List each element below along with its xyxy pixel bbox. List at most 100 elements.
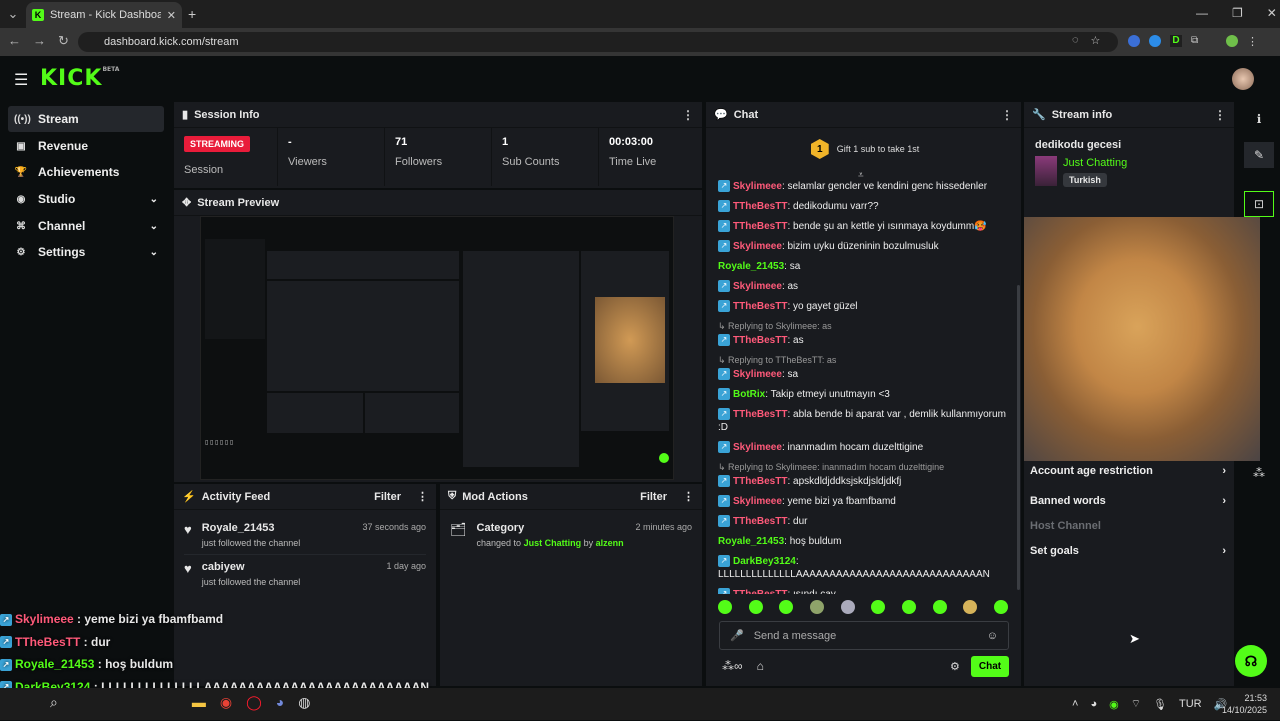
chat-message[interactable]: ↗ TTheBesTT: dedikodumu varr?? (718, 200, 1018, 213)
users-icon[interactable]: ⁂∞ (722, 659, 743, 673)
user-link[interactable]: alzenn (596, 538, 624, 548)
chat-message[interactable]: ↳ Replying to TTheBesTT: as ↗ Skylimeee: s… (718, 354, 1018, 381)
chat-username[interactable]: TTheBesTT (733, 201, 787, 212)
emote-icon[interactable] (932, 600, 947, 614)
chat-message[interactable]: ↗ TTheBesTT: dur (718, 515, 1018, 528)
chat-username[interactable]: TTheBesTT (733, 335, 787, 346)
chat-message[interactable]: ↗ TTheBesTT: yo gayet güzel (718, 300, 1018, 313)
chat-message[interactable]: Royale_21453: hoş buldum (718, 535, 1018, 548)
extension-icon[interactable] (1149, 35, 1161, 47)
menu-icon[interactable]: ⋮ (1247, 35, 1258, 48)
chat-username[interactable]: TTheBesTT (733, 301, 787, 312)
emote-icon[interactable] (963, 600, 978, 614)
chat-message[interactable]: Royale_21453: sa (718, 260, 1018, 273)
maximize-icon[interactable]: ❐ (1232, 6, 1243, 20)
camera-rail-icon[interactable]: ⊡ (1244, 191, 1274, 217)
chat-message[interactable]: ↗ Skylimeee: bizim uyku düzeninin bozulmu… (718, 240, 1018, 253)
extension-icon[interactable]: D (1170, 35, 1182, 47)
category-link[interactable]: Just Chatting (524, 538, 582, 548)
sidebar-item-settings[interactable]: ⚙ Settings ⌄ (8, 239, 164, 265)
chat-username[interactable]: Skylimeee (733, 496, 782, 507)
chat-message[interactable]: ↗ TTheBesTT: abla bende bi aparat var , d… (718, 408, 1018, 434)
chat-message[interactable]: ↗ Skylimeee: as (718, 280, 1018, 293)
sidebar-item-studio[interactable]: ◉ Studio ⌄ (8, 186, 164, 212)
reload-icon[interactable]: ↻ (58, 33, 69, 49)
clock[interactable]: 21:53 14/10/2025 (1222, 692, 1267, 716)
emote-icon[interactable] (748, 600, 763, 614)
sidebar-item-stream[interactable]: ((•)) Stream (8, 106, 164, 132)
address-bar[interactable]: dashboard.kick.com/stream (78, 32, 1118, 52)
chat-username[interactable]: Skylimeee (733, 241, 782, 252)
chrome-icon[interactable]: ◉ (220, 694, 232, 711)
emote-icon[interactable] (901, 600, 916, 614)
store-icon[interactable]: ⌂ (757, 659, 764, 673)
search-icon[interactable]: ⌕ (50, 694, 58, 711)
hamburger-menu-icon[interactable]: ☰ (14, 70, 28, 90)
puzzle-icon[interactable]: ⧉ (1191, 35, 1203, 47)
stream-preview-video[interactable]: ▯ ▯ ▯ ▯ ▯ ▯ (200, 216, 674, 480)
filter-button[interactable]: Filter (640, 491, 667, 503)
chat-message[interactable]: ↗ Skylimeee: yeme bizi ya fbamfbamd (718, 495, 1018, 508)
chat-message[interactable]: ↗ Skylimeee: inanmadım hocam duzelttigine (718, 441, 1018, 454)
edit-rail-icon[interactable]: ✎ (1244, 142, 1274, 168)
app-icon[interactable]: ◍ (298, 694, 310, 711)
extension-icon[interactable] (1128, 35, 1140, 47)
browser-tab[interactable]: K Stream - Kick Dashboard ✕ (26, 2, 182, 28)
chat-username[interactable]: TTheBesTT (733, 409, 787, 420)
opera-icon[interactable]: ◯ (246, 694, 262, 711)
back-icon[interactable]: ← (8, 33, 21, 49)
sidebar-item-revenue[interactable]: ▣ Revenue (8, 133, 164, 159)
emote-icon[interactable] (871, 600, 886, 614)
set-goals-row[interactable]: Set goals › (1030, 539, 1226, 563)
minimize-icon[interactable]: — (1196, 6, 1208, 20)
emote-icon[interactable] (809, 600, 824, 614)
discord-tray-icon[interactable]: ◕ (1090, 698, 1097, 710)
eye-off-icon[interactable]: ◌ (1072, 34, 1079, 47)
chat-message[interactable]: ↗ TTheBesTT: bende şu an kettle yi ısınma… (718, 220, 1018, 233)
chat-username[interactable]: TTheBesTT (733, 516, 787, 527)
folder-icon[interactable]: ▬ (192, 694, 206, 711)
forward-icon[interactable]: → (33, 33, 46, 49)
new-tab-button[interactable]: + (188, 6, 196, 22)
account-age-restriction-row[interactable]: Account age restriction › (1030, 459, 1226, 483)
chat-message[interactable]: ↗ BotRix: Takip etmeyi unutmayın <3 (718, 388, 1018, 401)
chat-username[interactable]: TTheBesTT (733, 221, 787, 232)
mic-icon[interactable]: 🎤 (730, 629, 744, 642)
sub-goal-banner[interactable]: 1 Gift 1 sub to take 1st (710, 136, 1020, 162)
microphone-icon[interactable]: 🎙 (1153, 698, 1167, 711)
wifi-icon[interactable]: ⌔ (1131, 697, 1141, 711)
more-options-icon[interactable]: ⋮ (417, 490, 428, 503)
avatar[interactable] (1232, 68, 1254, 90)
chat-settings-icon[interactable]: ⚙ (950, 660, 960, 673)
more-options-icon[interactable]: ⋮ (1214, 108, 1226, 122)
banned-words-row[interactable]: Banned words › (1030, 489, 1226, 513)
more-options-icon[interactable]: ⋮ (682, 108, 694, 122)
tray-app-icon[interactable]: ◉ (1109, 698, 1119, 711)
bookmark-star-icon[interactable]: ☆ (1091, 34, 1101, 47)
chat-username[interactable]: Skylimeee (733, 181, 782, 192)
chat-username[interactable]: Skylimeee (733, 369, 782, 380)
emoji-icon[interactable]: ☺ (987, 630, 998, 642)
close-window-icon[interactable]: ✕ (1267, 6, 1277, 20)
language-indicator[interactable]: TUR (1179, 698, 1202, 710)
chat-input[interactable]: 🎤 Send a message ☺ (719, 621, 1009, 650)
emote-icon[interactable] (718, 600, 732, 614)
chat-username[interactable]: Skylimeee (733, 281, 782, 292)
category-link[interactable]: Just Chatting (1063, 157, 1127, 169)
apps-rail-icon[interactable]: ⁂ (1244, 460, 1274, 486)
filter-button[interactable]: Filter (374, 491, 401, 503)
kick-logo[interactable]: KICKBETA (40, 66, 119, 91)
chat-message[interactable]: ↳ Replying to Skylimeee: as ↗ TTheBesTT: a… (718, 320, 1018, 347)
emote-icon[interactable] (993, 600, 1008, 614)
help-chat-button[interactable]: ☊ (1235, 645, 1267, 677)
tab-search-icon[interactable]: ⌄ (5, 6, 21, 22)
chat-username[interactable]: DarkBey3124 (733, 556, 796, 567)
chat-username[interactable]: Royale_21453 (718, 261, 784, 272)
chat-message[interactable]: ↳ Replying to Skylimeee: inanmadım hocam… (718, 461, 1018, 488)
chat-username[interactable]: TTheBesTT (733, 589, 787, 594)
chat-scrollbar[interactable] (1017, 285, 1020, 590)
sidebar-item-achievements[interactable]: 🏆 Achievements (8, 159, 164, 185)
close-tab-icon[interactable]: ✕ (167, 9, 176, 22)
chat-username[interactable]: Skylimeee (733, 442, 782, 453)
chat-username[interactable]: TTheBesTT (733, 476, 787, 487)
